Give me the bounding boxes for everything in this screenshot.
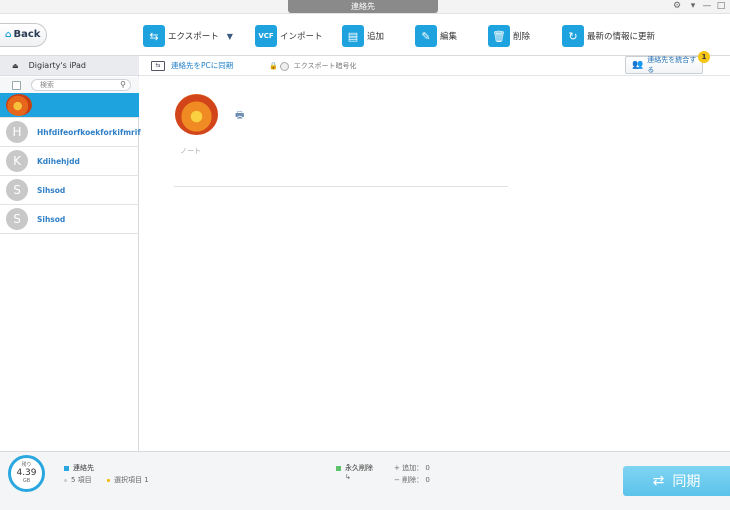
contact-item[interactable]: S Sihsod xyxy=(0,176,139,205)
refresh-button[interactable]: ↻ 最新の情報に更新 xyxy=(562,24,655,48)
permanent-delete-swatch xyxy=(336,465,341,471)
device-row[interactable]: ⏏ Digiarty's iPad xyxy=(0,56,139,76)
encrypt-export-toggle[interactable]: 🔒 エクスポート暗号化 xyxy=(269,61,357,71)
back-label: Back xyxy=(13,29,41,40)
lock-icon: 🔒 xyxy=(269,62,278,70)
contact-photo-avatar xyxy=(6,94,32,116)
contact-name: Sihsod xyxy=(37,185,66,195)
toggle-switch[interactable] xyxy=(279,61,289,71)
export-button[interactable]: ⇆ エクスポート ▼ xyxy=(143,24,233,48)
add-counter: + 追加： 0 xyxy=(394,463,430,473)
export-icon: ⇆ xyxy=(143,25,165,47)
search-row: 検索 ⚲ xyxy=(0,77,139,93)
refresh-label: 最新の情報に更新 xyxy=(587,32,656,42)
contact-initial-avatar: S xyxy=(6,208,28,230)
gear-icon[interactable]: ⚙ xyxy=(670,0,684,13)
add-counter-label: 追加： xyxy=(402,464,424,472)
search-icon[interactable]: ⚲ xyxy=(120,80,126,90)
storage-unit: GB xyxy=(22,478,31,484)
merge-people-icon: 👥 xyxy=(632,60,644,70)
items-count: 5 項目 xyxy=(64,475,92,485)
contact-name: Kdihehjdd xyxy=(37,156,80,166)
delete-counter: − 削除： 0 xyxy=(394,475,430,485)
add-button[interactable]: ▤ 追加 xyxy=(342,24,384,48)
sync-to-pc-label: 連絡先をPCに同期 xyxy=(171,61,234,70)
import-label: インポート xyxy=(280,32,323,42)
print-icon[interactable]: 🖶 xyxy=(235,108,244,125)
back-button[interactable]: ⌂ Back xyxy=(0,23,47,47)
contact-item-selected[interactable] xyxy=(0,93,139,118)
encrypt-export-label: エクスポート暗号化 xyxy=(293,62,357,70)
add-label: 追加 xyxy=(367,32,385,42)
contact-detail-photo[interactable] xyxy=(175,94,218,135)
settings-menu-icon[interactable]: ▾ xyxy=(686,0,700,13)
monitor-sync-icon: ⇆ xyxy=(151,60,165,71)
sync-to-pc-button[interactable]: ⇆ 連絡先をPCに同期 xyxy=(151,60,233,71)
items-count-text: 5 項目 xyxy=(71,476,92,484)
items-dot-icon xyxy=(64,478,67,482)
permanent-delete-legend: 永久削除 xyxy=(336,463,373,473)
export-dropdown-icon[interactable]: ▼ xyxy=(227,32,233,41)
contact-item[interactable]: H Hhfdifeorfkoekforkifmrif xyxy=(0,118,141,147)
vcf-import-icon: VCF xyxy=(255,25,277,47)
contacts-legend-swatch xyxy=(64,465,69,471)
selected-dot-icon xyxy=(107,478,110,482)
contact-name: Hhfdifeorfkoekforkifmrif xyxy=(37,127,141,137)
sidebar: ⏏ Digiarty's iPad 検索 ⚲ H Hhfdifeorfkoekfo… xyxy=(0,56,141,451)
title-bar: 連絡先 ⚙ ▾ — □ xyxy=(0,0,730,14)
sync-button[interactable]: ⇄ 同期 xyxy=(623,466,730,496)
import-button[interactable]: VCF インポート xyxy=(255,24,323,48)
delete-counter-label: 削除： xyxy=(402,476,424,484)
detail-topbar: ⇆ 連絡先をPCに同期 🔒 エクスポート暗号化 👥 連絡先を統合する 1 xyxy=(139,51,730,76)
status-footer: 残り 4.39 GB 連絡先 5 項目 選択項目 1 永久削除 ↳ + 追加： … xyxy=(0,451,730,510)
maximize-button[interactable]: □ xyxy=(714,0,728,13)
merge-count-badge: 1 xyxy=(698,51,710,63)
selected-count: 選択項目 1 xyxy=(107,475,149,485)
delete-button[interactable]: 🗑 削除 xyxy=(488,24,530,48)
storage-label: 残り xyxy=(21,462,32,468)
contact-initial-avatar: S xyxy=(6,179,28,201)
toolbar: ⌂ Back ⇆ エクスポート ▼ VCF インポート ▤ 追加 ✎ 編集 🗑 削… xyxy=(0,14,730,56)
window-title: 連絡先 xyxy=(288,0,438,13)
note-field-label[interactable]: ノート xyxy=(180,146,201,156)
sync-label: 同期 xyxy=(672,474,701,490)
select-all-checkbox[interactable] xyxy=(12,81,21,90)
note-divider xyxy=(174,186,508,187)
contact-list: H Hhfdifeorfkoekforkifmrif K Kdihehjdd S… xyxy=(0,93,141,234)
contact-name: Sihsod xyxy=(37,214,66,224)
delete-label: 削除 xyxy=(513,32,531,42)
add-counter-value: 0 xyxy=(425,464,430,472)
storage-value: 4.39 xyxy=(16,468,37,478)
search-input[interactable]: 検索 ⚲ xyxy=(31,79,131,91)
plus-icon: + xyxy=(394,464,403,472)
merge-label: 連絡先を統合する xyxy=(647,56,697,74)
refresh-icon: ↻ xyxy=(562,25,584,47)
minimize-button[interactable]: — xyxy=(700,0,714,13)
home-up-icon: ⌂ xyxy=(5,30,12,40)
export-label: エクスポート xyxy=(168,32,219,42)
trash-icon: 🗑 xyxy=(488,25,510,47)
contact-item[interactable]: K Kdihehjdd xyxy=(0,147,139,176)
contact-item[interactable]: S Sihsod xyxy=(0,205,139,234)
minus-icon: − xyxy=(394,476,403,484)
device-name: Digiarty's iPad xyxy=(28,61,86,70)
edit-button[interactable]: ✎ 編集 xyxy=(415,24,457,48)
contacts-legend: 連絡先 xyxy=(64,463,94,473)
delete-counter-value: 0 xyxy=(425,476,430,484)
return-arrow-icon: ↳ xyxy=(345,473,351,481)
permanent-delete-label: 永久削除 xyxy=(345,464,373,472)
contact-initial-avatar: H xyxy=(6,121,28,143)
contact-initial-avatar: K xyxy=(6,150,28,172)
edit-contact-icon: ✎ xyxy=(415,25,437,47)
edit-label: 編集 xyxy=(440,32,458,42)
merge-contacts-button[interactable]: 👥 連絡先を統合する xyxy=(625,56,703,74)
contacts-legend-label: 連絡先 xyxy=(73,464,94,472)
add-contact-icon: ▤ xyxy=(342,25,364,47)
search-placeholder: 検索 xyxy=(40,81,54,89)
storage-gauge: 残り 4.39 GB xyxy=(8,455,45,492)
sync-icon: ⇄ xyxy=(652,473,665,489)
selected-count-text: 選択項目 1 xyxy=(114,476,149,484)
eject-icon[interactable]: ⏏ xyxy=(12,62,19,70)
